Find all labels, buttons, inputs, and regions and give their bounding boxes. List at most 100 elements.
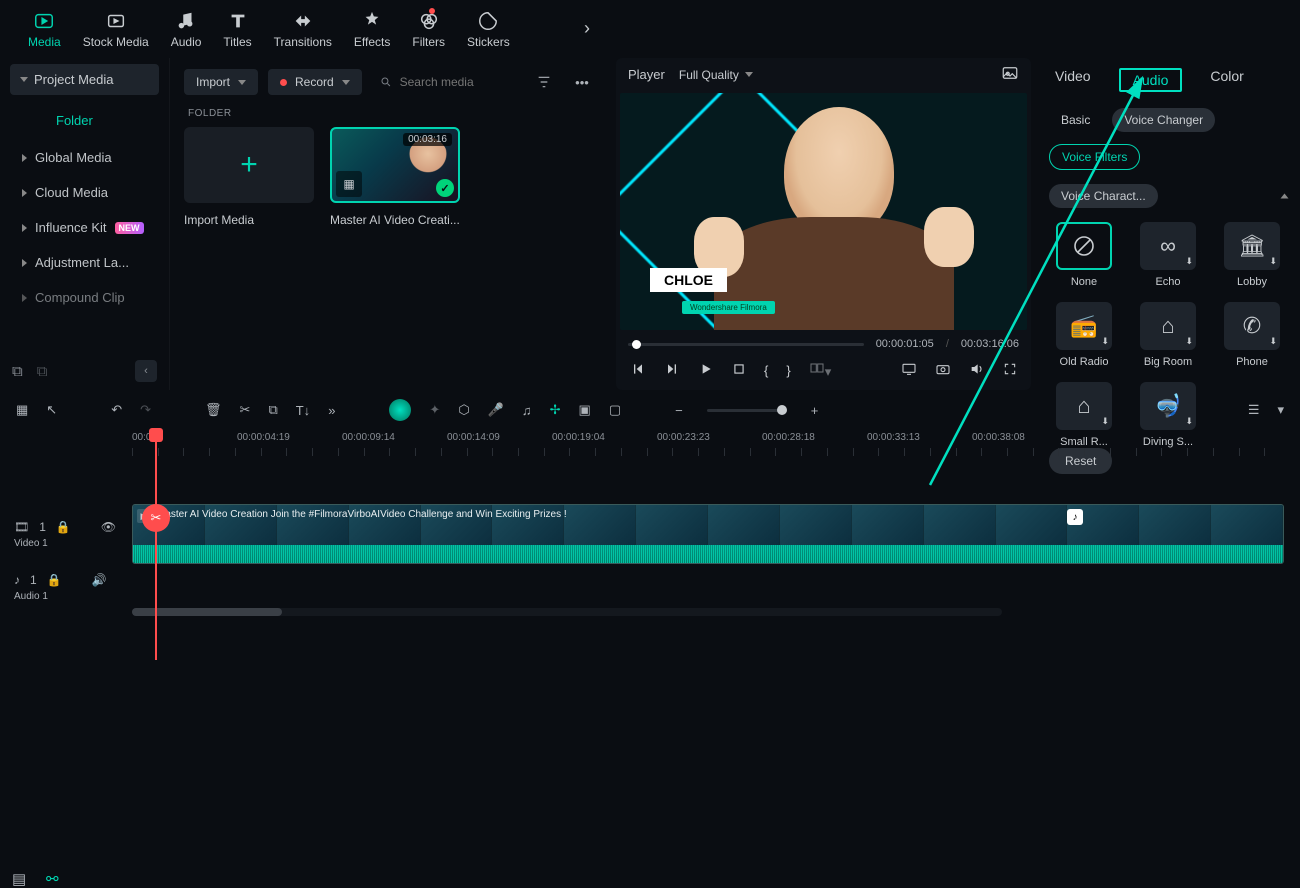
sparkle-icon[interactable]: ✦ — [429, 402, 440, 418]
audio-track-header[interactable]: ♪1🔒🔊 Audio 1 — [0, 573, 132, 602]
progress-thumb[interactable] — [632, 340, 641, 349]
playhead[interactable]: ✂ — [155, 430, 157, 660]
track-layout-icon[interactable]: ▤ — [12, 870, 26, 888]
redo-icon[interactable]: ↷ — [140, 402, 151, 418]
zoom-out-icon[interactable]: − — [675, 403, 683, 418]
mic-icon[interactable]: 🎤 — [488, 402, 504, 418]
sidebar-item-global-media[interactable]: Global Media — [0, 140, 169, 175]
record-dropdown[interactable]: Record — [268, 69, 362, 95]
tab-audio[interactable]: Audio — [171, 10, 202, 49]
crop-icon[interactable]: ⧉ — [268, 402, 277, 418]
shield-icon[interactable]: ⬡ — [458, 402, 469, 418]
fullscreen-icon[interactable] — [1003, 362, 1017, 379]
sidebar-item-influence-kit[interactable]: Influence KitNEW — [0, 210, 169, 245]
tab-transitions[interactable]: Transitions — [274, 10, 332, 49]
tab-effects[interactable]: Effects — [354, 10, 390, 49]
tab-stock-media[interactable]: Stock Media — [83, 10, 149, 49]
inspector-tab-audio[interactable]: Audio — [1119, 68, 1183, 92]
music-icon[interactable]: ♫ — [522, 403, 532, 418]
new-folder-icon[interactable]: ⧉ — [12, 363, 23, 380]
fx-echo[interactable]: ∞⬇Echo — [1133, 222, 1203, 288]
chevron-down-icon — [745, 72, 753, 77]
import-media-card[interactable]: + Import Media — [184, 127, 314, 227]
stop-icon[interactable] — [732, 362, 746, 379]
play-icon[interactable] — [698, 361, 714, 380]
tab-label: Stock Media — [83, 35, 149, 49]
lock-icon[interactable]: 🔒 — [47, 573, 62, 587]
prev-frame-icon[interactable] — [630, 361, 646, 380]
next-icon[interactable]: › — [584, 18, 590, 39]
next-frame-icon[interactable] — [664, 361, 680, 380]
video-track-name: Video 1 — [14, 538, 132, 549]
tab-media[interactable]: Media — [28, 10, 61, 49]
crop2-icon[interactable]: ▣ — [579, 402, 591, 418]
list-icon[interactable]: ☰ — [1248, 402, 1260, 418]
chip-voice-characters[interactable]: Voice Charact... — [1049, 184, 1158, 208]
link-icon[interactable]: ⚯ — [46, 871, 59, 888]
zoom-in-icon[interactable]: + — [811, 403, 819, 418]
search-media[interactable] — [372, 69, 520, 95]
video-preview[interactable]: CHLOE Wondershare Filmora — [620, 93, 1027, 330]
delete-icon[interactable]: 🗑 — [205, 402, 222, 418]
mark-in-icon[interactable]: { — [764, 363, 768, 378]
more-tools-icon[interactable]: » — [328, 403, 335, 418]
display-icon[interactable] — [901, 361, 917, 380]
zoom-thumb[interactable] — [777, 405, 787, 415]
snapshot-icon[interactable] — [1001, 64, 1019, 85]
quality-dropdown[interactable]: Full Quality — [679, 68, 753, 82]
video-track-header[interactable]: 🎞1🔒👁 Video 1 — [0, 520, 132, 549]
compare-icon[interactable]: ▾ — [809, 360, 832, 380]
chip-voice-filters[interactable]: Voice Filters — [1049, 144, 1140, 170]
check-icon: ✓ — [436, 179, 454, 197]
progress-bar[interactable] — [628, 343, 864, 346]
pointer-icon[interactable]: ↖ — [46, 402, 57, 418]
playhead-grip[interactable] — [149, 428, 163, 442]
media-clip-card[interactable]: ▦ 00:03:16 ✓ Master AI Video Creati... — [330, 127, 460, 227]
fx-none[interactable]: None — [1049, 222, 1119, 288]
zoom-slider[interactable] — [707, 409, 787, 412]
fx-phone[interactable]: ✆⬇Phone — [1217, 302, 1287, 368]
volume-icon[interactable] — [969, 361, 985, 380]
chevron-up-icon[interactable] — [1281, 194, 1289, 199]
timeline-scrollbar[interactable] — [132, 608, 1002, 616]
fx-big-room[interactable]: ⌂⬇Big Room — [1133, 302, 1203, 368]
scissors-icon[interactable]: ✂ — [142, 504, 170, 532]
subtab-basic[interactable]: Basic — [1049, 108, 1102, 132]
fx-old-radio[interactable]: 📻⬇Old Radio — [1049, 302, 1119, 368]
text-icon[interactable]: T↓ — [296, 403, 310, 418]
tab-label: Effects — [354, 35, 390, 49]
lock-icon[interactable]: 🔒 — [56, 520, 71, 534]
import-dropdown[interactable]: Import — [184, 69, 258, 95]
eye-icon[interactable]: 👁 — [101, 520, 116, 534]
folder-link[interactable]: Folder — [0, 101, 169, 140]
speaker-icon[interactable]: 🔊 — [92, 573, 107, 587]
collapse-sidebar-icon[interactable]: ‹ — [135, 360, 157, 382]
dropdown-icon[interactable]: ▾ — [1277, 402, 1284, 418]
camera-icon[interactable] — [935, 361, 951, 380]
audio-track: ♪1🔒🔊 Audio 1 — [0, 570, 1300, 604]
sidebar-item-adjustment-layer[interactable]: Adjustment La... — [0, 245, 169, 280]
project-media-header[interactable]: Project Media — [10, 64, 159, 95]
grid-icon[interactable]: ▦ — [16, 402, 28, 418]
sidebar-item-cloud-media[interactable]: Cloud Media — [0, 175, 169, 210]
mark-out-icon[interactable]: } — [786, 363, 790, 378]
new-bin-icon[interactable]: ⧉ — [37, 363, 48, 380]
fx-lobby[interactable]: 🏛⬇Lobby — [1217, 222, 1287, 288]
search-input[interactable] — [400, 75, 512, 89]
undo-icon[interactable]: ↶ — [111, 402, 122, 418]
filter-icon[interactable] — [530, 68, 558, 96]
subtab-voice-changer[interactable]: Voice Changer — [1112, 108, 1215, 132]
ai-icon[interactable] — [389, 399, 411, 421]
tab-stickers[interactable]: Stickers — [467, 10, 510, 49]
inspector-tab-color[interactable]: Color — [1210, 68, 1243, 92]
cut-icon[interactable]: ✂ — [240, 402, 251, 418]
video-clip[interactable]: ▶ Master AI Video Creation Join the #Fil… — [132, 504, 1284, 564]
tab-titles[interactable]: Titles — [223, 10, 251, 49]
inspector-tab-video[interactable]: Video — [1055, 68, 1091, 92]
marker-icon[interactable]: ✢ — [550, 402, 561, 418]
download-icon: ⬇ — [1269, 256, 1277, 267]
more-icon[interactable]: ••• — [568, 68, 596, 96]
tab-filters[interactable]: Filters — [412, 10, 445, 49]
sidebar-item-compound-clip[interactable]: Compound Clip — [0, 280, 169, 315]
frame-icon[interactable]: ▢ — [609, 402, 621, 418]
